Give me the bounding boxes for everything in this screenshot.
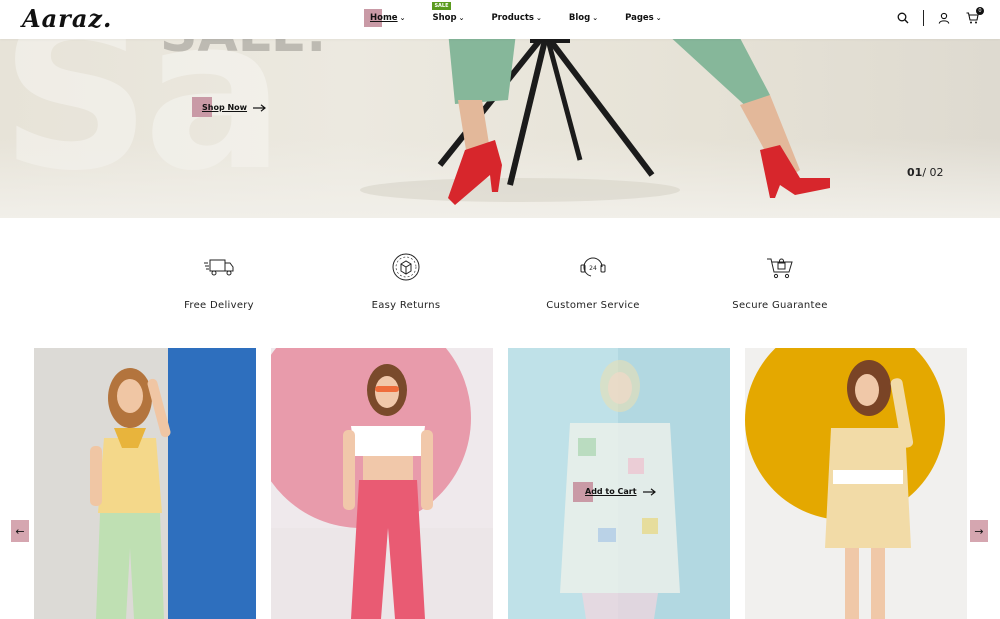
nav-item-shop[interactable]: SALE Shop ⌄ <box>432 2 465 23</box>
nav-item-pages[interactable]: Pages ⌄ <box>625 13 662 23</box>
feature-free-delivery: Free Delivery <box>149 250 289 312</box>
sale-badge: SALE <box>432 2 451 10</box>
arrow-right-icon <box>253 103 267 112</box>
feature-customer-service: 24 Customer Service <box>523 250 663 312</box>
main-nav: Home ⌄ SALE Shop ⌄ Products ⌄ Blog ⌄ Pag… <box>364 2 689 27</box>
product-card-2[interactable] <box>271 348 493 619</box>
shop-now-button[interactable]: Shop Now <box>192 97 267 117</box>
header-divider <box>923 10 924 26</box>
chevron-down-icon: ⌄ <box>592 14 599 22</box>
header-icons: 0 <box>895 7 984 26</box>
nav-item-home[interactable]: Home ⌄ <box>364 9 406 27</box>
product-image-model-yellow-circle <box>745 348 967 619</box>
prev-arrow-button[interactable]: ← <box>11 520 29 542</box>
product-image-model-blue-wall <box>34 348 256 619</box>
arrow-right-icon: → <box>974 524 984 538</box>
nav-item-label: Blog <box>568 13 591 23</box>
add-to-cart-label: Add to Cart <box>585 487 637 496</box>
chevron-down-icon: ⌄ <box>536 14 542 22</box>
slide-counter-current: 01 <box>907 166 923 179</box>
nav-item-label: Shop <box>432 13 457 23</box>
product-card-1[interactable] <box>34 348 256 619</box>
cart-icon[interactable]: 0 <box>964 7 984 26</box>
product-card-3[interactable]: Add to Cart <box>508 348 730 619</box>
cart-count-badge: 0 <box>976 7 984 15</box>
delivery-truck-icon <box>204 259 234 276</box>
slide-counter: 01/ 02 <box>907 166 944 179</box>
brand-logo[interactable]: Aaraz. <box>22 6 112 32</box>
chevron-down-icon: ⌄ <box>458 14 465 22</box>
slide-counter-total: 02 <box>929 166 944 179</box>
feature-label: Customer Service <box>546 300 640 311</box>
support-24-icon: 24 <box>580 257 606 277</box>
secure-cart-icon <box>767 258 793 279</box>
arrow-left-icon: ← <box>15 524 25 538</box>
chevron-down-icon: ⌄ <box>655 14 662 22</box>
feature-label: Easy Returns <box>371 300 441 311</box>
chevron-down-icon: ⌄ <box>399 14 406 22</box>
returns-box-icon <box>392 253 420 281</box>
nav-item-label: Pages <box>625 13 654 23</box>
search-icon[interactable] <box>895 10 911 26</box>
product-image-model-pink-pants <box>271 348 493 619</box>
site-header: Aaraz. Home ⌄ SALE Shop ⌄ Products ⌄ Blo… <box>0 0 1000 39</box>
feature-secure-guarantee: Secure Guarantee <box>710 250 850 312</box>
features-bar: Free Delivery Easy Returns 24 Customer S… <box>0 250 1000 320</box>
nav-item-label: Home <box>370 13 398 23</box>
user-icon[interactable] <box>936 10 952 26</box>
next-arrow-button[interactable]: → <box>970 520 988 542</box>
feature-label: Free Delivery <box>184 300 254 311</box>
product-grid: Add to Cart <box>0 348 1000 619</box>
add-to-cart-button[interactable]: Add to Cart <box>573 482 657 502</box>
shop-now-label: Shop Now <box>202 103 248 112</box>
product-card-4[interactable] <box>745 348 967 619</box>
nav-item-label: Products <box>491 13 534 23</box>
feature-label: Secure Guarantee <box>732 300 829 311</box>
slide-counter-separator: / <box>922 166 927 179</box>
arrow-right-icon <box>642 487 656 496</box>
feature-easy-returns: Easy Returns <box>336 250 476 312</box>
nav-item-blog[interactable]: Blog ⌄ <box>569 13 598 23</box>
nav-item-products[interactable]: Products ⌄ <box>491 13 541 23</box>
svg-text:24: 24 <box>589 265 597 272</box>
